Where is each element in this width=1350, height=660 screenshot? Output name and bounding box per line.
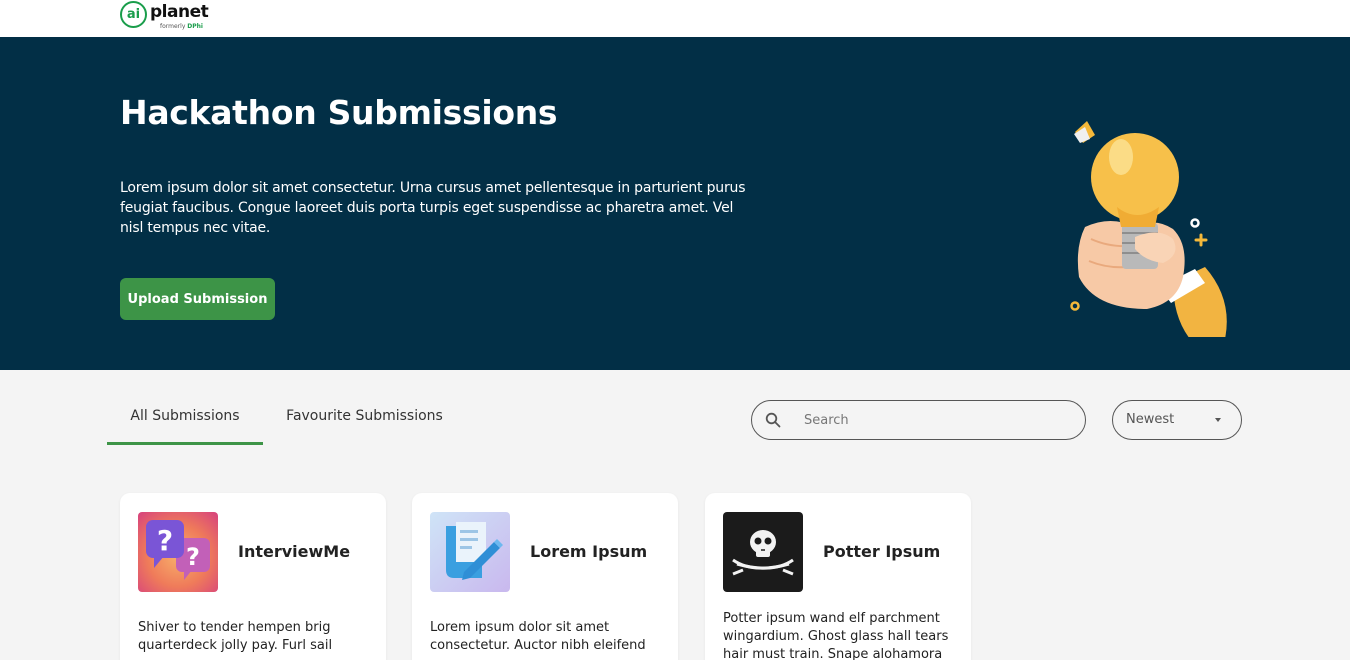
chevron-down-icon xyxy=(1215,418,1221,422)
search-input[interactable] xyxy=(804,410,1064,430)
card-title: InterviewMe xyxy=(238,542,351,561)
submission-card-potter-ipsum[interactable]: Potter Ipsum Potter ipsum wand elf parch… xyxy=(705,493,971,660)
submission-card-lorem-ipsum[interactable]: Lorem Ipsum Lorem ipsum dolor sit amet c… xyxy=(412,493,678,660)
logo-wordmark: planet xyxy=(150,2,209,22)
question-bubbles-icon: ? ? xyxy=(138,512,218,592)
search-icon xyxy=(765,412,781,428)
hero-description: Lorem ipsum dolor sit amet consectetur. … xyxy=(120,180,746,236)
svg-text:?: ? xyxy=(157,524,173,557)
sort-dropdown[interactable]: Newest xyxy=(1112,400,1242,440)
card-description: Lorem ipsum dolor sit amet consectetur. … xyxy=(430,620,646,653)
page-title: Hackathon Submissions xyxy=(120,93,558,132)
logo-subtitle: formerly DPhi xyxy=(160,23,203,30)
card-description: Shiver to tender hempen brig quarterdeck… xyxy=(138,620,333,653)
submission-card-interviewme[interactable]: ? ? InterviewMe Shiver to tender hempen … xyxy=(120,493,386,660)
logo-mark: ai xyxy=(120,1,147,28)
upload-submission-button[interactable]: Upload Submission xyxy=(120,278,275,320)
card-title: Potter Ipsum xyxy=(823,542,941,561)
hero-banner: Hackathon Submissions Lorem ipsum dolor … xyxy=(0,37,1350,370)
document-edit-icon xyxy=(430,512,510,592)
top-navbar: ai planet formerly DPhi xyxy=(0,0,1350,37)
search-box[interactable] xyxy=(751,400,1086,440)
card-title: Lorem Ipsum xyxy=(530,542,648,561)
svg-text:?: ? xyxy=(186,543,200,571)
aiplanet-logo[interactable]: ai planet formerly DPhi xyxy=(120,0,210,34)
card-description: Potter ipsum wand elf parchment wingardi… xyxy=(723,611,949,660)
lightbulb-hand-illustration xyxy=(1070,121,1227,337)
pirate-flag-icon xyxy=(723,512,803,592)
tab-favourite-submissions[interactable]: Favourite Submissions xyxy=(277,398,452,445)
tab-all-submissions[interactable]: All Submissions xyxy=(107,398,263,445)
sort-selected-value: Newest xyxy=(1126,412,1175,427)
